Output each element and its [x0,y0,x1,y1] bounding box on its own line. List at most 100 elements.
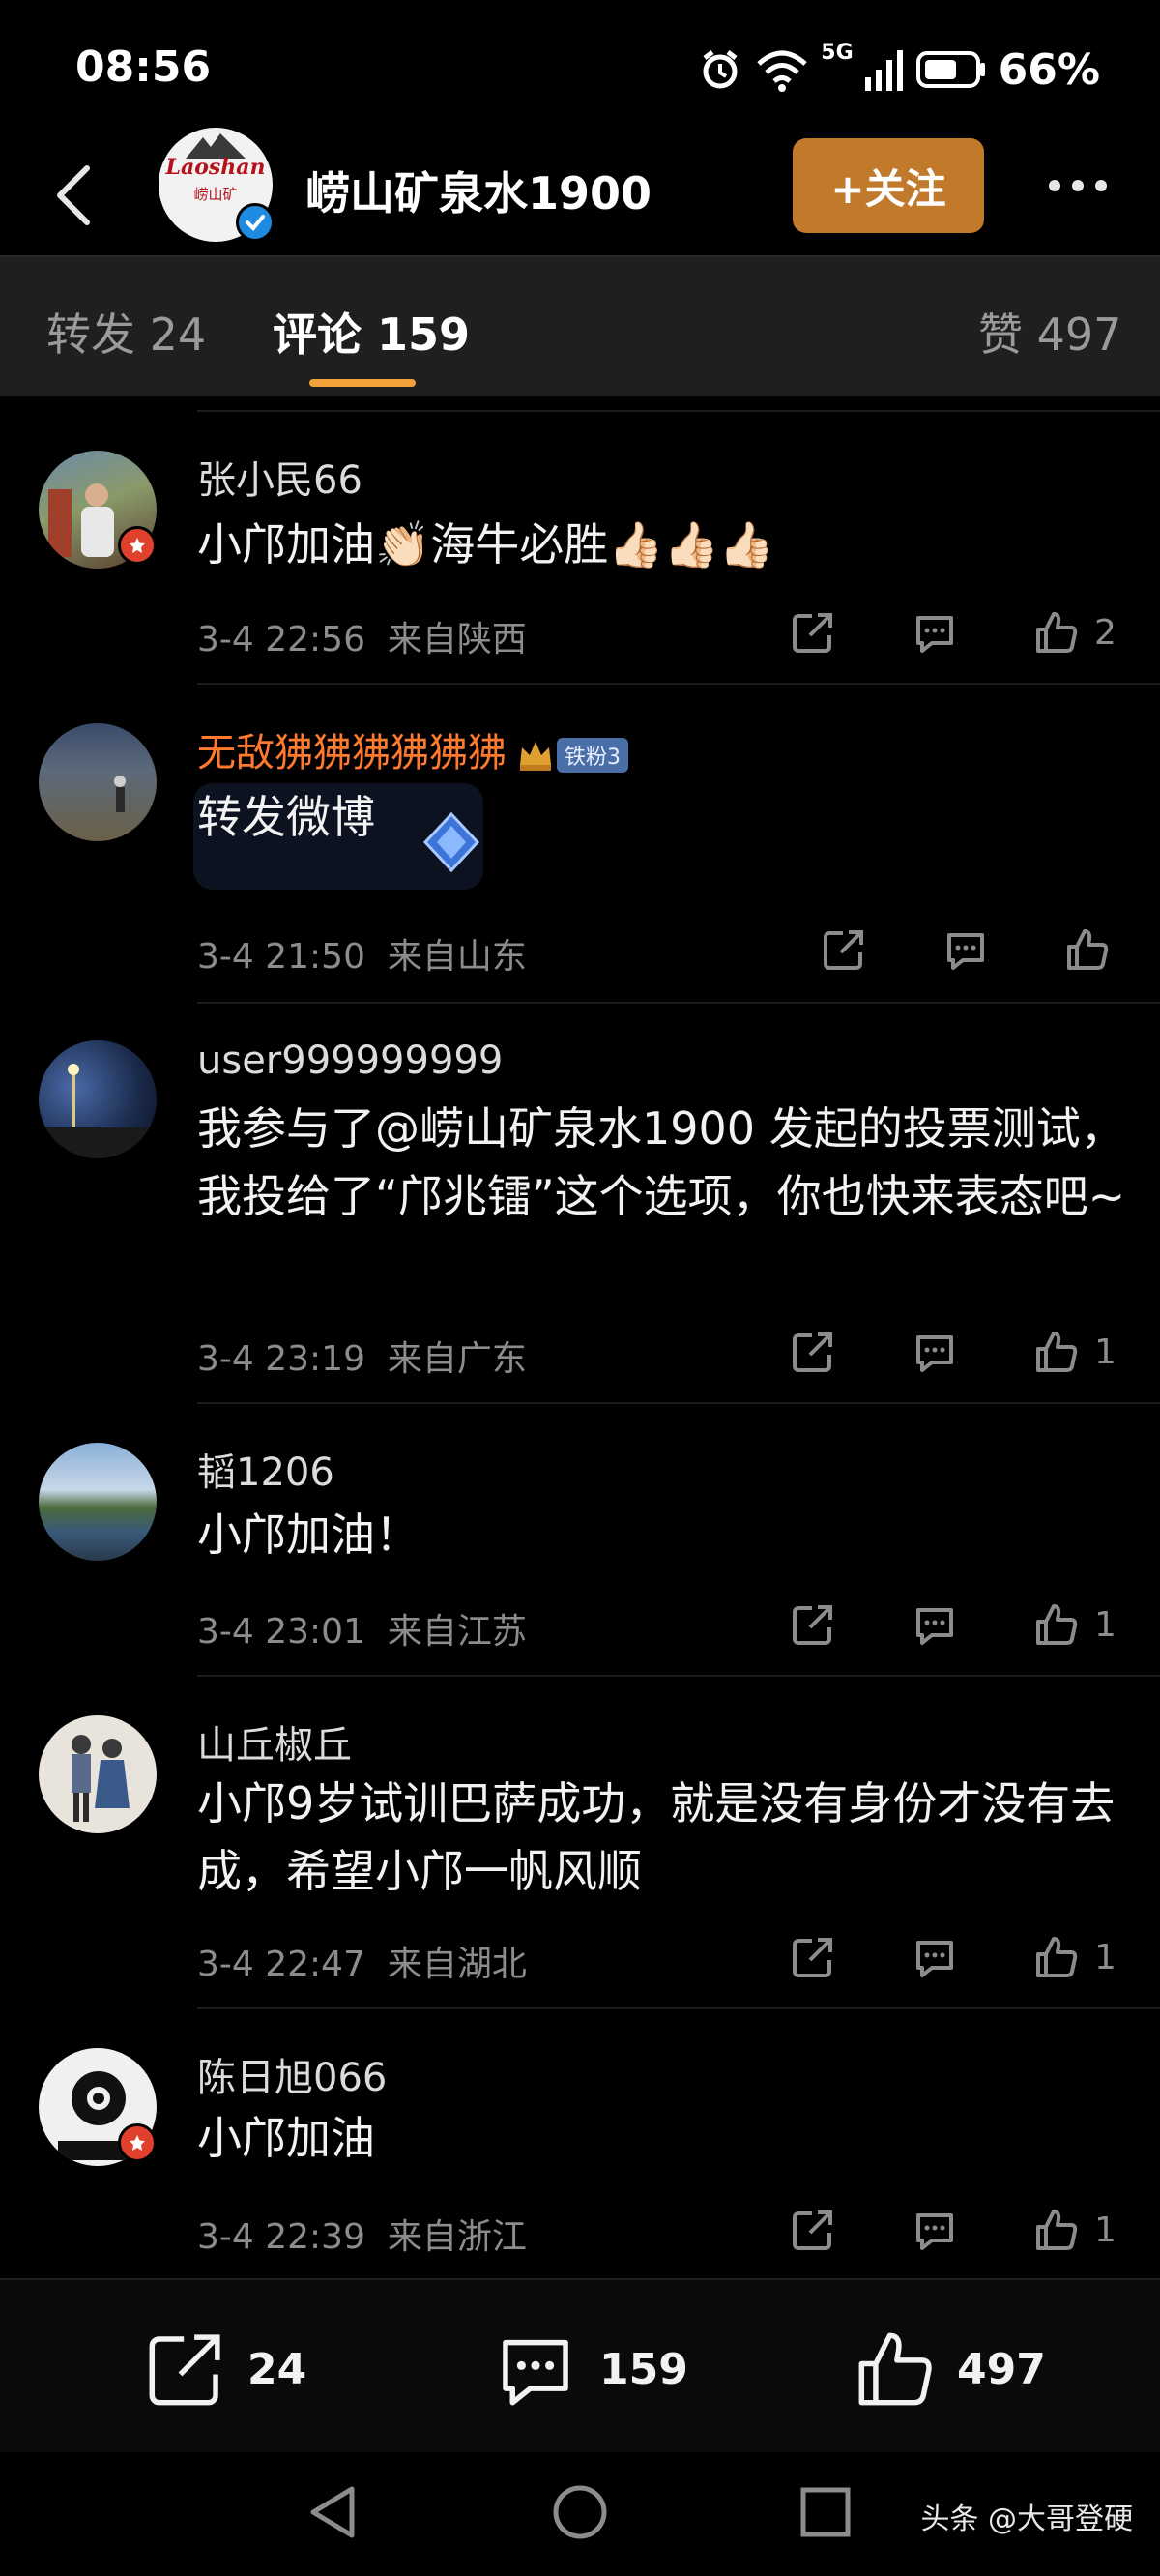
share-button[interactable] [822,922,866,977]
share-icon [793,613,832,653]
status-time: 08:56 [75,43,212,92]
like-post-button[interactable]: 497 [855,2328,1046,2410]
comment-meta: 3-4 22:56 来自陕西 [197,611,527,661]
chevron-left-icon [57,165,90,225]
comment-icon [503,2339,568,2406]
comment-text: 我参与了@崂山矿泉水1900 发起的投票测试，我投给了“邝兆镭”这个选项，你也快… [197,1102,1126,1222]
comment-location: 来自江苏 [387,1612,527,1652]
reply-button[interactable] [913,1597,957,1652]
comment-username[interactable]: 张小民66 [197,449,362,505]
reply-button[interactable] [913,605,957,659]
reply-button[interactable] [913,2203,957,2257]
comment-count: 159 [599,2344,688,2394]
comment-meta: 3-4 22:47 来自湖北 [197,1936,527,1986]
tab-reposts[interactable]: 转发 24 [46,300,206,364]
repost-button[interactable]: 24 [145,2328,306,2410]
comment-text: 小邝9岁试训巴萨成功，就是没有身份才没有去成，希望小邝一帆风顺 [197,1777,1116,1897]
avatar[interactable] [39,723,157,841]
reply-button[interactable] [913,1930,957,1984]
more-dot-icon [1049,180,1060,191]
like-button[interactable]: 1 [1034,1597,1116,1652]
comment-time: 3-4 22:39 [197,2217,365,2257]
comment-meta: 3-4 23:19 来自广东 [197,1331,527,1381]
home-circle-icon[interactable] [551,2483,609,2541]
comment-icon [947,933,984,970]
follow-button[interactable]: +关注 [793,138,984,233]
like-count: 1 [1094,1937,1116,1977]
tab-comments[interactable]: 评论 159 [273,300,470,364]
divider [197,683,1160,685]
like-button[interactable]: 2 [1034,605,1116,659]
reply-button[interactable] [913,1325,957,1379]
like-button[interactable] [1065,922,1125,977]
more-dot-icon [1095,180,1107,191]
avatar[interactable] [39,1040,157,1158]
back-triangle-icon[interactable] [305,2483,360,2541]
comment-time: 3-4 21:50 [197,937,365,977]
share-button[interactable] [791,2203,835,2257]
reply-button[interactable] [943,922,988,977]
like-button[interactable]: 1 [1034,2203,1116,2257]
divider [197,410,1160,412]
verified-icon [236,203,275,242]
like-count: 1 [1094,1332,1116,1372]
avatar[interactable] [39,1715,157,1833]
comment-username[interactable]: user999999999 [197,1039,503,1083]
share-button[interactable] [791,1597,835,1652]
user-badge-icon [118,2123,157,2162]
thumbs-up-icon [1036,1937,1078,1977]
user-badge-icon [118,526,157,565]
username-text: 无敌狒狒狒狒狒狒 [197,731,507,776]
comment-icon [916,2213,953,2250]
logo-subtext: 崂山矿 [193,186,238,203]
share-icon [793,1332,832,1372]
divider [197,2007,1160,2009]
logo-text: Laoshan [165,155,266,180]
like-count: 497 [957,2344,1046,2394]
share-button[interactable] [791,1325,835,1379]
more-dot-icon [1072,180,1084,191]
crown-icon [520,742,551,771]
avatar-photo [72,1735,130,1822]
comment-username[interactable]: 陈日旭066 [197,2046,387,2102]
comment-location: 来自湖北 [387,1945,527,1984]
comment-time: 3-4 22:56 [197,620,365,659]
divider [197,1402,1160,1404]
fan-badge: 铁粉3 [516,738,628,773]
back-button[interactable] [35,157,112,234]
repost-count: 24 [247,2344,307,2394]
status-icons: 5G 66% [697,41,1100,97]
share-button[interactable] [791,1930,835,1984]
like-count: 1 [1094,1604,1116,1645]
fan-label: 铁粉3 [557,738,628,773]
like-count: 2 [1094,612,1116,653]
thumbs-up-icon [1036,2210,1078,2250]
comment-username[interactable]: 无敌狒狒狒狒狒狒 铁粉3 [197,721,628,777]
thumbs-up-icon [1036,1604,1078,1645]
recents-square-icon[interactable] [798,2485,853,2539]
thumbs-up-icon [1067,929,1109,970]
more-options-button[interactable] [1034,155,1121,217]
share-icon [824,930,863,970]
comment-location: 来自浙江 [387,2217,527,2257]
tab-bar: 转发 24 评论 159 赞 497 [0,255,1160,396]
comment-icon [916,1335,953,1372]
avatar[interactable] [39,1443,157,1561]
account-name[interactable]: 崂山矿泉水1900 [305,159,652,222]
divider [197,1002,1160,1004]
comment-text: 小邝加油！ [197,1508,420,1561]
like-button[interactable]: 1 [1034,1930,1116,1984]
tab-likes[interactable]: 赞 497 [978,300,1121,364]
comment-icon [916,1608,953,1645]
thumbs-up-icon [1036,1332,1078,1372]
comment-username[interactable]: 山丘椒丘 [197,1713,352,1770]
comment-username[interactable]: 韬1206 [197,1441,334,1497]
comment-text: 转发微博 [197,791,375,843]
thumbs-up-icon [858,2332,932,2406]
share-icon [793,1938,832,1977]
thumbs-up-icon [1036,612,1078,653]
like-button[interactable]: 1 [1034,1325,1116,1379]
tab-indicator [309,379,416,387]
share-button[interactable] [791,605,835,659]
comment-button[interactable]: 159 [493,2328,688,2410]
